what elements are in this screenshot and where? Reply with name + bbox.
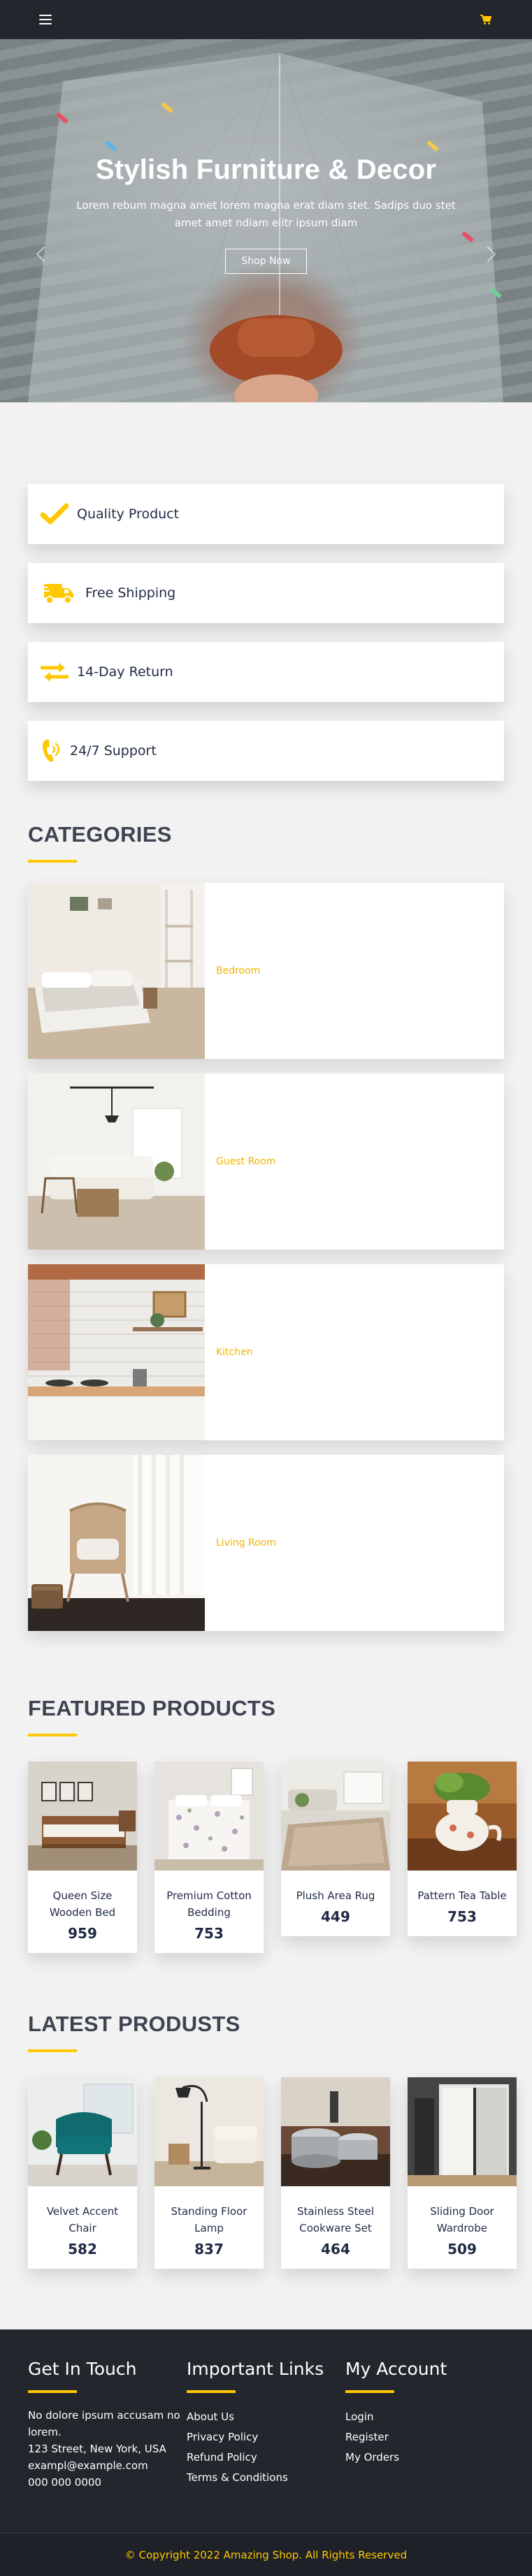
contact-line: No dolore ipsum accusam no lorem.	[28, 2409, 180, 2438]
footer-link-refund-policy[interactable]: Refund Policy	[187, 2447, 345, 2468]
category-card-kitchen[interactable]: Kitchen	[28, 1264, 504, 1440]
feature-label: 24/7 Support	[70, 743, 157, 759]
footer-account-title: My Account	[345, 2359, 447, 2379]
footer-important-links: Important Links About Us Privacy Policy …	[187, 2359, 345, 2491]
category-name[interactable]: Bedroom	[205, 883, 260, 1059]
feature-label: 14-Day Return	[77, 664, 173, 680]
product-image	[281, 2077, 390, 2186]
featured-products-section: FEATURED PRODUCTS Queen Size Wooden Bed …	[0, 1646, 532, 1953]
phone-volume-icon	[39, 736, 63, 766]
top-navbar	[0, 0, 532, 39]
footer-links-title: Important Links	[187, 2359, 324, 2379]
product-image	[154, 1762, 264, 1871]
categories-title: CATEGORIES	[28, 822, 172, 847]
footer-link-privacy-policy[interactable]: Privacy Policy	[187, 2427, 345, 2447]
copyright-text: © Copyright 2022 Amazing Shop. All Right…	[0, 2533, 532, 2576]
category-image	[28, 883, 205, 1059]
category-card-guest-room[interactable]: Guest Room	[28, 1074, 504, 1250]
contact-address: 123 Street, New York, USA	[28, 2443, 166, 2455]
footer-my-account: My Account Login Register My Orders	[345, 2359, 504, 2491]
category-name[interactable]: Living Room	[205, 1455, 276, 1631]
product-card[interactable]: Plush Area Rug 449	[281, 1762, 390, 1936]
footer-link-register[interactable]: Register	[345, 2427, 504, 2447]
product-card[interactable]: Stainless Steel Cookware Set 464	[281, 2077, 390, 2269]
category-card-living-room[interactable]: Living Room	[28, 1455, 504, 1631]
check-icon	[39, 499, 70, 529]
title-underline	[345, 2390, 394, 2393]
product-price: 509	[447, 2241, 477, 2257]
footer-contact-title: Get In Touch	[28, 2359, 137, 2379]
product-image	[281, 1762, 390, 1871]
featured-title: FEATURED PRODUCTS	[28, 1696, 276, 1720]
product-name[interactable]: Pattern Tea Table	[408, 1871, 517, 1904]
shop-now-button[interactable]: Shop Now	[225, 249, 307, 274]
category-image	[28, 1074, 205, 1250]
product-name[interactable]: Queen Size Wooden Bed	[28, 1871, 137, 1921]
product-image	[408, 1762, 517, 1871]
hero-subtitle: Lorem rebum magna amet lorem magna erat …	[76, 199, 456, 229]
product-card[interactable]: Pattern Tea Table 753	[408, 1762, 517, 1936]
footer-contact: Get In Touch No dolore ipsum accusam no …	[28, 2359, 187, 2491]
product-card[interactable]: Standing Floor Lamp 837	[154, 2077, 264, 2269]
footer-link-terms[interactable]: Terms & Conditions	[187, 2468, 345, 2488]
product-name[interactable]: Stainless Steel Cookware Set	[281, 2186, 390, 2237]
category-name[interactable]: Guest Room	[205, 1074, 275, 1250]
category-name[interactable]: Kitchen	[205, 1264, 253, 1440]
feature-label: Free Shipping	[85, 585, 176, 601]
product-image	[28, 1762, 137, 1871]
product-price: 449	[321, 1908, 350, 1925]
feature-quality: Quality Product	[28, 484, 504, 544]
latest-products-section: LATEST PRODUSTS Velvet Accent Chair 582	[0, 1953, 532, 2269]
product-name[interactable]: Standing Floor Lamp	[154, 2186, 264, 2237]
category-image	[28, 1264, 205, 1440]
hamburger-menu-icon[interactable]	[39, 15, 52, 24]
footer-link-my-orders[interactable]: My Orders	[345, 2447, 504, 2468]
latest-title: LATEST PRODUSTS	[28, 2012, 240, 2036]
category-card-bedroom[interactable]: Bedroom	[28, 883, 504, 1059]
hero-title: Stylish Furniture & Decor	[95, 154, 437, 185]
product-price: 582	[68, 2241, 97, 2257]
product-name[interactable]: Velvet Accent Chair	[28, 2186, 137, 2237]
product-image	[154, 2077, 264, 2186]
contact-email: exampl@example.com	[28, 2459, 148, 2472]
product-card[interactable]: Queen Size Wooden Bed 959	[28, 1762, 137, 1953]
categories-section: CATEGORIES Bedroom Guest Room Kitchen Li…	[0, 800, 532, 1631]
footer-link-login[interactable]: Login	[345, 2407, 504, 2427]
footer: Get In Touch No dolore ipsum accusam no …	[0, 2329, 532, 2576]
shopping-cart-icon[interactable]	[480, 14, 491, 25]
product-price: 753	[194, 1925, 224, 1942]
product-price: 753	[447, 1908, 477, 1925]
features-list: Quality Product Free Shipping 14-Day Ret…	[0, 402, 532, 781]
product-name[interactable]: Sliding Door Wardrobe	[408, 2186, 517, 2237]
title-underline	[187, 2390, 236, 2393]
feature-return: 14-Day Return	[28, 642, 504, 702]
hero-carousel: Stylish Furniture & Decor Lorem rebum ma…	[0, 39, 532, 402]
exchange-arrows-icon	[39, 657, 70, 687]
category-image	[28, 1455, 205, 1631]
product-card[interactable]: Velvet Accent Chair 582	[28, 2077, 137, 2269]
hero-caption: Stylish Furniture & Decor Lorem rebum ma…	[0, 154, 532, 274]
shipping-truck-icon	[39, 578, 78, 608]
title-underline	[28, 2390, 77, 2393]
footer-link-about-us[interactable]: About Us	[187, 2407, 345, 2427]
product-price: 464	[321, 2241, 350, 2257]
product-price: 837	[194, 2241, 224, 2257]
product-card[interactable]: Sliding Door Wardrobe 509	[408, 2077, 517, 2269]
feature-label: Quality Product	[77, 506, 180, 522]
product-image	[408, 2077, 517, 2186]
product-card[interactable]: Premium Cotton Bedding 753	[154, 1762, 264, 1953]
product-name[interactable]: Premium Cotton Bedding	[154, 1871, 264, 1921]
contact-phone: 000 000 0000	[28, 2476, 101, 2489]
product-name[interactable]: Plush Area Rug	[281, 1871, 390, 1904]
feature-support: 24/7 Support	[28, 721, 504, 781]
feature-shipping: Free Shipping	[28, 563, 504, 623]
product-price: 959	[68, 1925, 97, 1942]
product-image	[28, 2077, 137, 2186]
